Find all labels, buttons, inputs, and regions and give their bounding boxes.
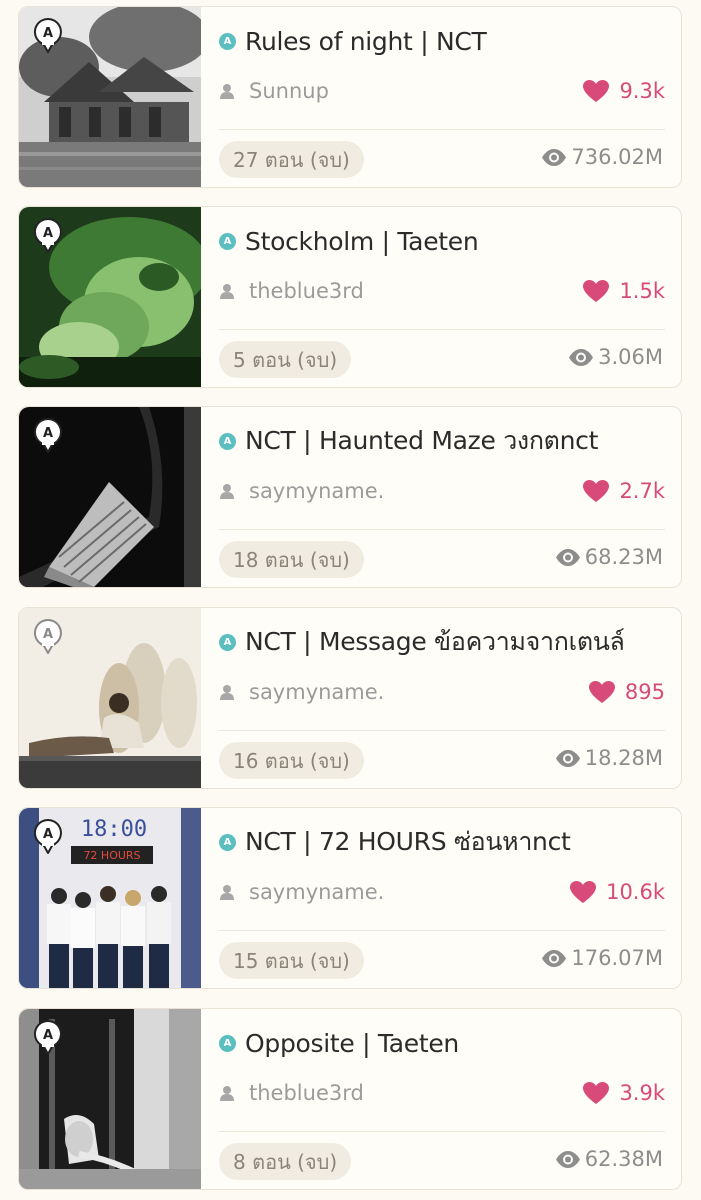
likes-count: 9.3k <box>619 79 665 103</box>
a-rating-icon: A <box>219 633 236 651</box>
story-cover-image[interactable]: A <box>19 207 201 387</box>
story-card[interactable]: 18:00 72 HOURS A A NCT | 72 HOURS ซ่อนหา… <box>18 807 682 989</box>
svg-text:A: A <box>43 426 53 441</box>
story-title[interactable]: Opposite | Taeten <box>245 1029 459 1058</box>
chapter-count-badge: 5 ตอน (จบ) <box>219 341 352 378</box>
view-count: 176.07M <box>571 946 663 970</box>
story-author[interactable]: saymyname. <box>249 880 384 904</box>
eye-icon <box>555 749 580 767</box>
story-title[interactable]: Rules of night | NCT <box>245 27 487 56</box>
story-cover-image[interactable]: 18:00 72 HOURS A <box>19 808 201 988</box>
cover-clock-text: 18:00 <box>81 817 147 842</box>
cover-sign-text: 72 HOURS <box>83 849 140 862</box>
divider <box>219 930 665 931</box>
story-author[interactable]: saymyname. <box>249 680 384 704</box>
a-rating-icon: A <box>219 833 236 851</box>
likes-count: 2.7k <box>619 479 665 503</box>
a-badge-icon: A <box>33 619 62 654</box>
a-badge-icon: A <box>33 1020 62 1055</box>
user-icon <box>220 1086 234 1101</box>
a-badge-icon: A <box>33 418 62 453</box>
eye-icon <box>555 1150 580 1168</box>
chapter-count-badge: 8 ตอน (จบ) <box>219 1143 352 1180</box>
a-badge-icon: A <box>33 18 62 53</box>
likes-count: 10.6k <box>606 880 665 904</box>
svg-text:A: A <box>43 226 53 241</box>
divider <box>219 529 665 530</box>
heart-icon <box>588 680 615 703</box>
story-title[interactable]: NCT | 72 HOURS ซ่อนหาnct <box>245 822 571 862</box>
svg-text:A: A <box>43 627 53 642</box>
eye-icon <box>555 548 580 566</box>
story-author[interactable]: theblue3rd <box>249 1081 364 1105</box>
svg-text:A: A <box>43 827 53 842</box>
chapter-count-badge: 16 ตอน (จบ) <box>219 742 364 779</box>
likes-count: 1.5k <box>619 279 665 303</box>
a-rating-icon: A <box>219 1034 236 1052</box>
story-title[interactable]: Stockholm | Taeten <box>245 227 479 256</box>
a-rating-icon: A <box>219 432 236 450</box>
view-count: 68.23M <box>584 545 663 569</box>
story-title[interactable]: NCT | Haunted Maze วงกตnct <box>245 421 598 461</box>
story-list: A A Rules of night | NCT Sunnup 9.3k 27 … <box>0 0 701 1200</box>
heart-icon <box>583 279 610 302</box>
divider <box>219 1131 665 1132</box>
eye-icon <box>569 348 594 366</box>
divider <box>219 329 665 330</box>
story-cover-image[interactable]: A <box>19 1009 201 1189</box>
a-rating-icon: A <box>219 232 236 250</box>
heart-icon <box>583 79 610 102</box>
story-card[interactable]: A A NCT | Message ข้อความจากเตนล์ saymyn… <box>18 607 682 789</box>
heart-icon <box>583 479 610 502</box>
user-icon <box>220 685 234 700</box>
view-count: 3.06M <box>598 345 663 369</box>
story-card[interactable]: A A Stockholm | Taeten theblue3rd 1.5k 5… <box>18 206 682 388</box>
divider <box>219 730 665 731</box>
story-author[interactable]: theblue3rd <box>249 279 364 303</box>
a-rating-icon: A <box>219 32 236 50</box>
story-card[interactable]: A A Opposite | Taeten theblue3rd 3.9k 8 … <box>18 1008 682 1190</box>
svg-text:A: A <box>43 26 53 41</box>
story-card[interactable]: A A Rules of night | NCT Sunnup 9.3k 27 … <box>18 6 682 188</box>
a-badge-icon: A <box>33 218 62 253</box>
user-icon <box>220 284 234 299</box>
likes-count: 3.9k <box>619 1081 665 1105</box>
user-icon <box>220 84 234 99</box>
heart-icon <box>570 880 597 903</box>
story-card[interactable]: A A NCT | Haunted Maze วงกตnct saymyname… <box>18 406 682 588</box>
user-icon <box>220 484 234 499</box>
story-cover-image[interactable]: A <box>19 7 201 187</box>
heart-icon <box>583 1081 610 1104</box>
likes-count: 895 <box>624 680 665 704</box>
view-count: 18.28M <box>584 746 663 770</box>
svg-text:A: A <box>43 1028 53 1043</box>
view-count: 62.38M <box>584 1147 663 1171</box>
eye-icon <box>542 949 567 967</box>
a-badge-icon: A <box>33 819 62 854</box>
user-icon <box>220 885 234 900</box>
story-cover-image[interactable]: A <box>19 608 201 788</box>
view-count: 736.02M <box>571 145 663 169</box>
divider <box>219 129 665 130</box>
story-title[interactable]: NCT | Message ข้อความจากเตนล์ <box>245 622 625 662</box>
chapter-count-badge: 15 ตอน (จบ) <box>219 942 364 979</box>
chapter-count-badge: 18 ตอน (จบ) <box>219 541 364 578</box>
eye-icon <box>542 148 567 166</box>
story-author[interactable]: saymyname. <box>249 479 384 503</box>
story-cover-image[interactable]: A <box>19 407 201 587</box>
story-author[interactable]: Sunnup <box>249 79 329 103</box>
chapter-count-badge: 27 ตอน (จบ) <box>219 141 364 178</box>
